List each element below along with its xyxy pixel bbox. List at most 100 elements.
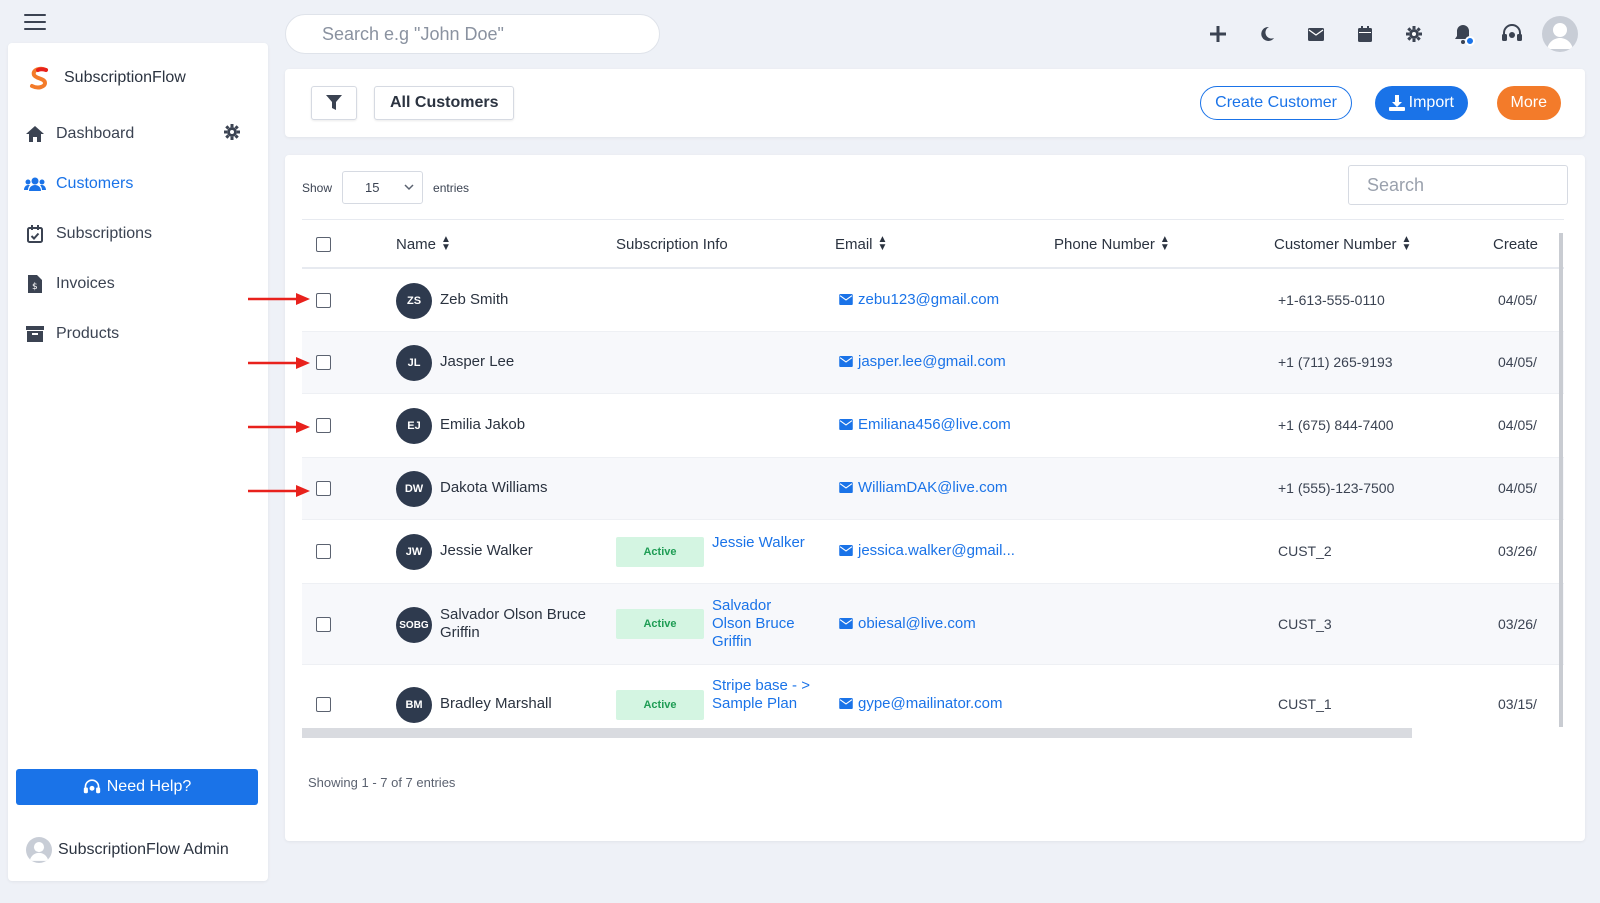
created-date: 03/26/ [1498,543,1537,559]
headset-icon[interactable] [1487,14,1536,54]
dashboard-settings-gear-icon[interactable] [224,124,242,142]
avatar: EJ [396,408,432,444]
email-text: gype@mailinator.com [858,695,1003,712]
admin-name: SubscriptionFlow Admin [58,841,229,858]
row-checkbox[interactable] [316,481,331,496]
customer-number: +1 (555)-123-7500 [1278,480,1395,496]
table-row[interactable]: ZS Zeb Smith zebu123@gmail.com +1-613-55… [302,269,1564,332]
envelope-icon [839,545,853,556]
more-button[interactable]: More [1496,86,1561,120]
table-row[interactable]: EJ Emilia Jakob Emiliana456@live.com +1 … [302,394,1564,458]
customer-email[interactable]: jessica.walker@gmail... [839,542,1015,559]
brand[interactable]: SubscriptionFlow [26,65,186,91]
plus-icon[interactable] [1193,14,1242,54]
table-row[interactable]: JW Jessie Walker Active Jessie Walker je… [302,520,1564,584]
customer-number: +1 (675) 844-7400 [1278,417,1394,433]
global-search-input[interactable] [285,14,660,54]
column-header-created[interactable]: Create [1493,220,1548,268]
avatar: BM [396,687,432,723]
sidebar-item-products[interactable]: Products [24,309,252,359]
row-checkbox[interactable] [316,697,331,712]
created-date: 04/05/ [1498,292,1537,308]
table-row[interactable]: BM Bradley Marshall Active Stripe base -… [302,665,1564,729]
subscription-plan-link[interactable]: Jessie Walker [712,534,812,552]
subscription-plan-link[interactable]: Salvador Olson Bruce Griffin [712,597,812,651]
column-label: Phone Number [1054,235,1155,253]
sidebar: SubscriptionFlow Dashboard Customers Sub… [8,43,268,881]
customer-name[interactable]: Jessie Walker [440,542,533,560]
customer-email[interactable]: WilliamDAK@live.com [839,479,1007,496]
customer-email[interactable]: zebu123@gmail.com [839,291,999,308]
page-length-select[interactable]: 15 [342,171,424,204]
annotation-arrow-icon [248,357,310,369]
sidebar-item-customers[interactable]: Customers [24,159,252,209]
envelope-icon [839,356,853,367]
entries-label: entries [433,180,470,195]
email-text: obiesal@live.com [858,615,976,632]
sidebar-item-invoices[interactable]: $ Invoices [24,259,252,309]
table-row[interactable]: SOBG Salvador Olson Bruce Griffin Active… [302,584,1564,665]
select-all-checkbox[interactable] [316,236,331,252]
customer-name[interactable]: Emilia Jakob [440,416,525,434]
sidebar-item-label: Products [56,325,120,342]
customer-number: +1 (711) 265-9193 [1278,354,1393,370]
column-header-name[interactable]: Name ▲ ▼ [396,220,451,268]
need-help-button[interactable]: Need Help? [16,769,258,805]
subscription-plan-link[interactable]: Stripe base - > Sample Plan [712,677,812,713]
customer-name[interactable]: Zeb Smith [440,291,508,309]
customer-email[interactable]: obiesal@live.com [839,615,976,632]
sidebar-item-dashboard[interactable]: Dashboard [24,109,252,159]
avatar: JL [396,345,432,381]
filter-button[interactable] [311,86,357,120]
customer-email[interactable]: gype@mailinator.com [839,695,1002,712]
horizontal-scrollbar[interactable] [302,728,1412,738]
user-avatar[interactable] [1542,16,1578,52]
envelope-icon[interactable] [1291,14,1340,54]
customer-email[interactable]: Emiliana456@live.com [839,416,1011,433]
customer-name[interactable]: Dakota Williams [440,479,548,497]
row-checkbox[interactable] [316,418,331,433]
create-customer-button[interactable]: Create Customer [1200,86,1352,120]
column-label: Create [1493,235,1539,253]
customer-name[interactable]: Jasper Lee [440,353,514,371]
show-label: Show [302,180,333,195]
moon-icon[interactable] [1242,14,1291,54]
email-text: zebu123@gmail.com [858,291,1000,308]
vertical-scrollbar[interactable] [1559,233,1563,727]
import-button[interactable]: Import [1374,86,1468,120]
calendar-check-icon [24,224,46,244]
archive-icon [24,324,46,344]
top-icon-bar [1193,14,1578,54]
customer-name[interactable]: Bradley Marshall [440,695,552,713]
envelope-icon [839,618,853,629]
all-customers-view-button[interactable]: All Customers [374,86,515,120]
import-label: Import [1408,94,1454,111]
row-checkbox[interactable] [316,544,331,559]
row-checkbox[interactable] [316,293,331,308]
sidebar-item-subscriptions[interactable]: Subscriptions [24,209,252,259]
select-all-cell [316,220,331,268]
column-header-email[interactable]: Email ▲ ▼ [835,220,887,268]
created-date: 04/05/ [1498,417,1537,433]
customer-email[interactable]: jasper.lee@gmail.com [839,353,1006,370]
table-search-input[interactable] [1348,165,1568,205]
gear-icon[interactable] [1389,14,1438,54]
calendar-icon[interactable] [1340,14,1389,54]
menu-toggle-icon[interactable] [24,14,46,30]
sort-icon: ▲ ▼ [1401,234,1412,253]
sort-icon: ▲ ▼ [877,234,888,253]
bell-icon[interactable] [1438,14,1487,54]
row-checkbox[interactable] [316,355,331,370]
email-text: jasper.lee@gmail.com [858,353,1006,370]
row-checkbox[interactable] [316,617,331,632]
table-row[interactable]: JL Jasper Lee jasper.lee@gmail.com +1 (7… [302,332,1564,394]
column-header-phone-number[interactable]: Phone Number ▲ ▼ [1054,220,1170,268]
table-row[interactable]: DW Dakota Williams WilliamDAK@live.com +… [302,458,1564,520]
envelope-icon [839,482,853,493]
column-label: Name [396,235,437,253]
column-label: Subscription Info [616,235,728,253]
column-header-customer-number[interactable]: Customer Number ▲ ▼ [1274,220,1411,268]
status-badge: Active [616,690,704,720]
admin-profile[interactable]: SubscriptionFlow Admin [26,837,229,863]
customer-name[interactable]: Salvador Olson Bruce Griffin [440,606,590,642]
